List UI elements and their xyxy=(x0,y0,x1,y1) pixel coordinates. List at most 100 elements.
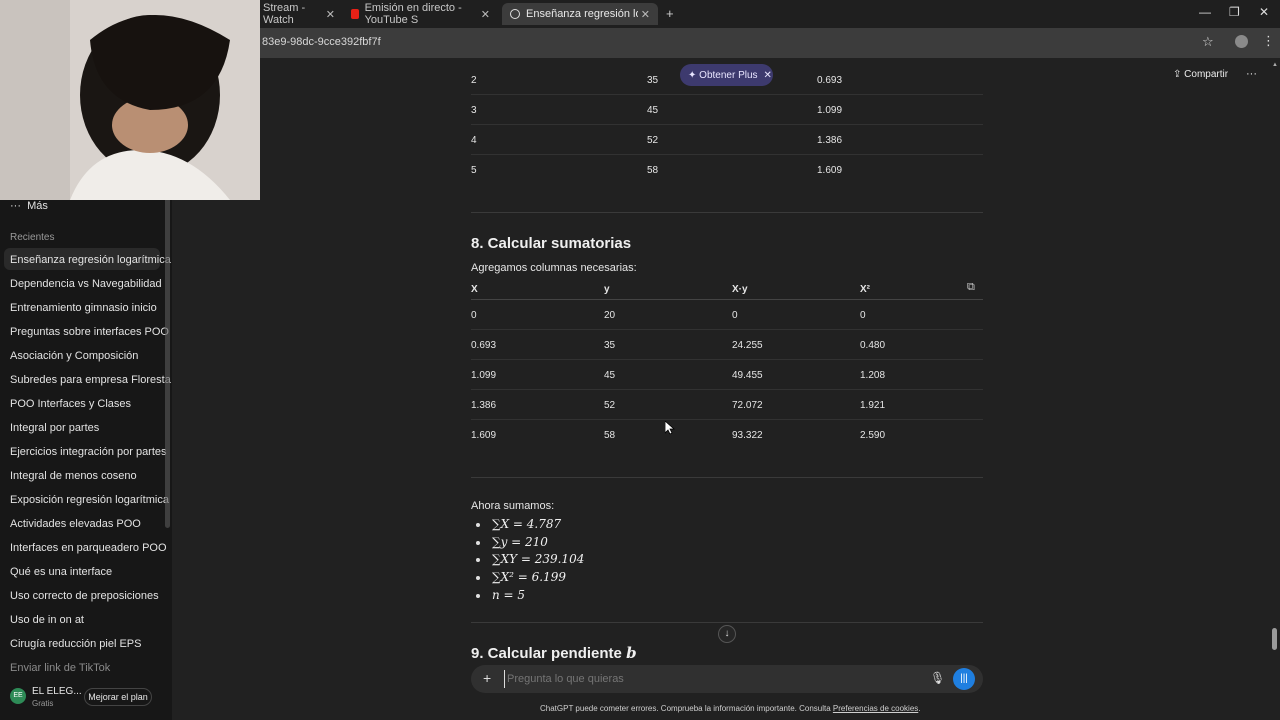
sum-formula: ∑XY = 239.104 xyxy=(492,552,585,566)
share-button[interactable]: ⇪ Compartir xyxy=(1173,69,1228,80)
sidebar-more-label: Más xyxy=(27,200,48,212)
table-cell: 0 xyxy=(732,310,738,321)
sidebar-more[interactable]: ··· Más xyxy=(10,200,48,212)
sidebar-item[interactable]: Cirugía reducción piel EPS xyxy=(10,638,141,650)
sidebar-item[interactable]: POO Interfaces y Clases xyxy=(10,398,131,410)
tab-chatgpt[interactable]: Enseñanza regresión logarítmic ✕ xyxy=(502,3,658,25)
url-field[interactable]: 83e9-98dc-9cce392fbf7f xyxy=(262,36,381,48)
table-cell: 5 xyxy=(471,165,477,176)
table-header: X² xyxy=(860,284,870,295)
table-cell: 4 xyxy=(471,135,477,146)
table-divider xyxy=(471,94,983,95)
table-cell: 49.455 xyxy=(732,370,763,381)
upgrade-plan-button[interactable]: Mejorar el plan xyxy=(84,688,152,706)
table-cell: 1.609 xyxy=(471,430,497,441)
table-cell: 1.609 xyxy=(817,165,843,176)
table-divider xyxy=(471,154,983,155)
scroll-down-button[interactable]: ↓ xyxy=(718,625,736,643)
close-icon[interactable]: ✕ xyxy=(641,8,650,21)
sidebar-item[interactable]: Entrenamiento gimnasio inicio xyxy=(10,302,157,314)
sum-formula: ∑X = 4.787 xyxy=(492,517,562,531)
avatar[interactable]: EE xyxy=(10,688,26,704)
table-cell: 1.099 xyxy=(471,370,497,381)
prompt-input[interactable] xyxy=(504,670,924,688)
sidebar-item[interactable]: Actividades elevadas POO xyxy=(10,518,141,530)
sum-intro: Ahora sumamos: xyxy=(471,500,555,512)
table-cell: 0 xyxy=(471,310,477,321)
table-cell: 1.386 xyxy=(471,400,497,411)
tab-title: Enseñanza regresión logarítmic xyxy=(526,8,638,20)
star-icon[interactable]: ☆ xyxy=(1202,34,1214,50)
maximize-button[interactable]: ❐ xyxy=(1229,5,1240,19)
table-cell: 0.480 xyxy=(860,340,886,351)
table-header: X·y xyxy=(732,284,748,295)
sidebar-item[interactable]: Uso correcto de preposiciones xyxy=(10,590,159,602)
close-window-button[interactable]: ✕ xyxy=(1259,5,1269,19)
table-divider xyxy=(471,299,983,300)
table-cell: 52 xyxy=(604,400,616,411)
sidebar-item[interactable]: Subredes para empresa Floresta xyxy=(10,374,171,386)
table-cell: 58 xyxy=(647,165,659,176)
more-options-button[interactable]: ··· xyxy=(1246,68,1257,80)
sidebar-item[interactable]: Enviar link de TikTok xyxy=(10,662,110,674)
table-cell: 35 xyxy=(647,75,659,86)
voice-mode-button[interactable]: ||| xyxy=(953,668,975,690)
sum-formula: ∑X² = 6.199 xyxy=(492,570,566,584)
youtube-icon xyxy=(351,9,359,19)
table-cell: 1.208 xyxy=(860,370,886,381)
footer-text: ChatGPT puede cometer errores. Comprueba… xyxy=(540,704,833,713)
new-tab-button[interactable]: + xyxy=(666,6,674,21)
get-plus-button[interactable]: ✦ Obtener Plus ✕ xyxy=(680,64,773,86)
scroll-up-arrow[interactable]: ▲ xyxy=(1272,62,1278,68)
user-plan: Gratis xyxy=(32,699,54,708)
mouse-cursor-icon xyxy=(665,421,675,435)
ellipsis-icon: ··· xyxy=(10,200,21,212)
close-icon[interactable]: ✕ xyxy=(764,70,772,81)
sidebar-item[interactable]: Preguntas sobre interfaces POO xyxy=(10,326,169,338)
attach-plus-button[interactable]: + xyxy=(483,670,491,686)
table-divider xyxy=(471,419,983,420)
table-cell: 45 xyxy=(647,105,659,116)
section-title: 9. Calcular pendiente b xyxy=(471,644,637,662)
close-icon[interactable]: ✕ xyxy=(326,8,335,21)
bullet xyxy=(476,576,480,580)
table-cell: 1.099 xyxy=(817,105,843,116)
section-divider xyxy=(471,622,983,623)
minimize-button[interactable]: — xyxy=(1199,5,1211,19)
profile-icon[interactable] xyxy=(1235,35,1248,48)
table-cell: 72.072 xyxy=(732,400,763,411)
sidebar-item[interactable]: Interfaces en parqueadero POO xyxy=(10,542,167,554)
webcam-overlay xyxy=(0,0,260,200)
tab-youtube[interactable]: Emisión en directo - YouTube S ✕ xyxy=(343,2,498,26)
sidebar-item[interactable]: Uso de in on at xyxy=(10,614,84,626)
sidebar-item[interactable]: Integral de menos coseno xyxy=(10,470,137,482)
table-divider xyxy=(471,359,983,360)
cookie-preferences-link[interactable]: Preferencias de cookies xyxy=(833,704,918,713)
sidebar-item[interactable]: Enseñanza regresión logarítmica xyxy=(10,254,171,266)
waveform-icon: ||| xyxy=(960,673,968,684)
close-icon[interactable]: ✕ xyxy=(481,8,490,21)
sidebar-item[interactable]: Ejercicios integración por partes xyxy=(10,446,167,458)
table-cell: 1.386 xyxy=(817,135,843,146)
tab-stream[interactable]: Stream - Watch ✕ xyxy=(255,2,343,26)
get-plus-label: Obtener Plus xyxy=(699,69,758,81)
sidebar-item[interactable]: Exposición regresión logarítmica xyxy=(10,494,169,506)
microphone-icon[interactable]: 🎙 xyxy=(930,671,945,685)
table-cell: 93.322 xyxy=(732,430,763,441)
user-name[interactable]: EL ELEG... xyxy=(32,686,82,697)
table-cell: 20 xyxy=(604,310,616,321)
sum-formula: ∑y = 210 xyxy=(492,535,548,549)
share-label: Compartir xyxy=(1184,69,1229,80)
sidebar-item[interactable]: Dependencia vs Navegabilidad xyxy=(10,278,162,290)
footer-end: . xyxy=(918,704,921,713)
browser-menu-icon[interactable]: ⋮ xyxy=(1262,33,1275,49)
sidebar-item[interactable]: Integral por partes xyxy=(10,422,99,434)
recents-heading: Recientes xyxy=(10,232,55,243)
sidebar-item[interactable]: Qué es una interface xyxy=(10,566,112,578)
table-cell: 24.255 xyxy=(732,340,763,351)
section-title: 8. Calcular sumatorias xyxy=(471,235,632,252)
sidebar-item[interactable]: Asociación y Composición xyxy=(10,350,138,362)
copy-icon[interactable]: ⧉ xyxy=(967,281,975,294)
share-icon: ⇪ xyxy=(1173,69,1182,80)
page-scrollbar-thumb[interactable] xyxy=(1272,628,1277,650)
